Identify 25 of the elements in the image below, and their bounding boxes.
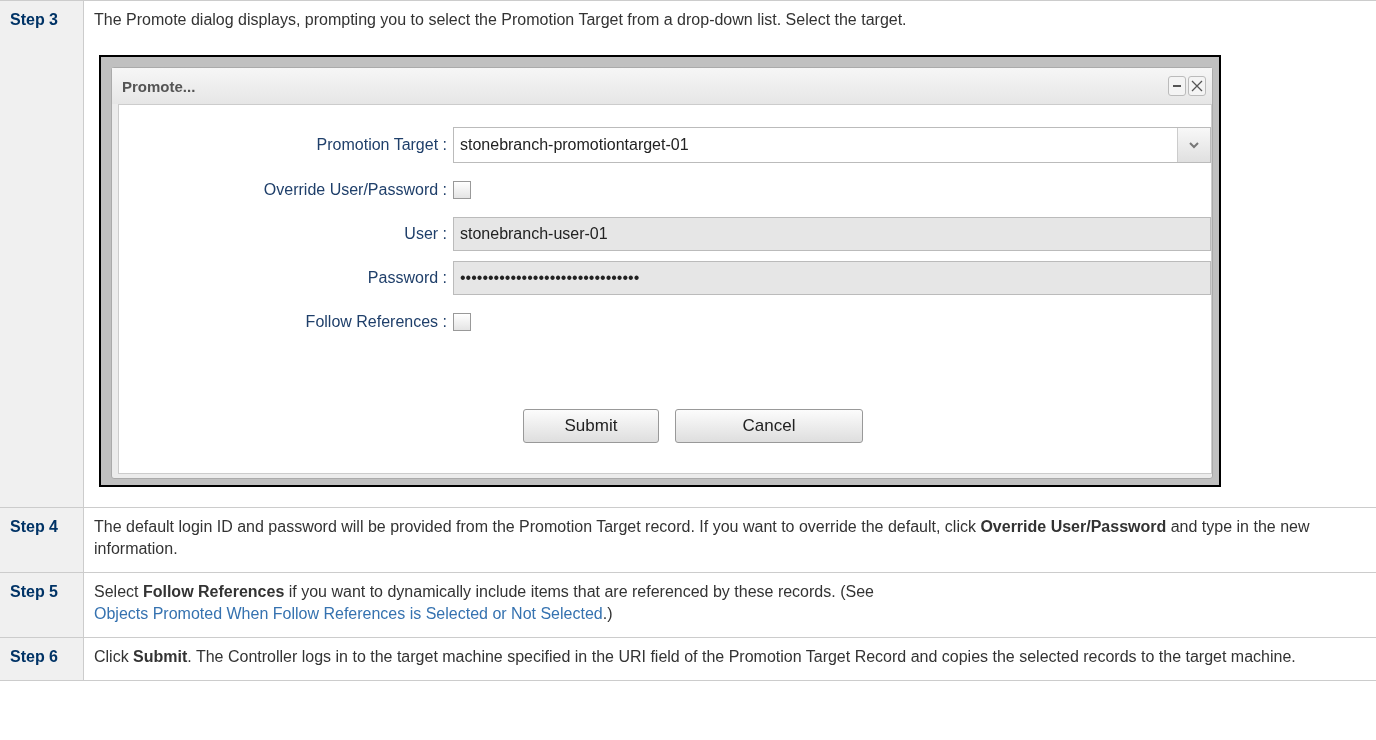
checkbox[interactable] bbox=[453, 313, 471, 331]
step-label: Step 4 bbox=[10, 518, 58, 535]
promotion-target-dropdown[interactable]: stonebranch-promotiontarget-01 bbox=[453, 127, 1211, 163]
field-label: Follow References : bbox=[304, 313, 448, 331]
dialog-title: Promote... bbox=[122, 77, 196, 95]
field-label: Override User/Password : bbox=[262, 181, 448, 199]
dialog-button[interactable]: Cancel bbox=[675, 409, 863, 443]
field-label: User : bbox=[403, 225, 448, 243]
close-icon bbox=[1191, 80, 1203, 92]
minimize-button[interactable] bbox=[1168, 76, 1186, 96]
dialog-button[interactable]: Submit bbox=[523, 409, 659, 443]
step-description: The Promote dialog displays, prompting you to select the Promotion Target from a drop-down list. Select the target. bbox=[94, 10, 908, 30]
chevron-down-icon bbox=[1189, 141, 1199, 149]
close-button[interactable] bbox=[1188, 76, 1206, 96]
step-description: Select Follow References if you want to dynamically include items that are referenced by these records. (See Objects Promoted When Follow References is Selected or Not Selected.) bbox=[94, 582, 875, 624]
minimize-icon bbox=[1173, 85, 1181, 87]
objects-promoted-link[interactable]: Objects Promoted When Follow References is Selected or Not Selected bbox=[94, 605, 603, 622]
step-label: Step 5 bbox=[10, 583, 58, 600]
field-label: Promotion Target : bbox=[315, 136, 448, 154]
step-description: The default login ID and password will be provided from the Promotion Target record. If you want to override the default, click Override User/Password and type in the new information. bbox=[94, 517, 1311, 559]
step-label: Step 6 bbox=[10, 648, 58, 665]
field-label: Password : bbox=[366, 269, 448, 287]
step-description: Click Submit. The Controller logs in to the target machine specified in the URI field of the Promotion Target Record and copies the selected records to the target machine. bbox=[94, 647, 1297, 667]
step-label: Step 3 bbox=[10, 11, 58, 28]
checkbox[interactable] bbox=[453, 181, 471, 199]
